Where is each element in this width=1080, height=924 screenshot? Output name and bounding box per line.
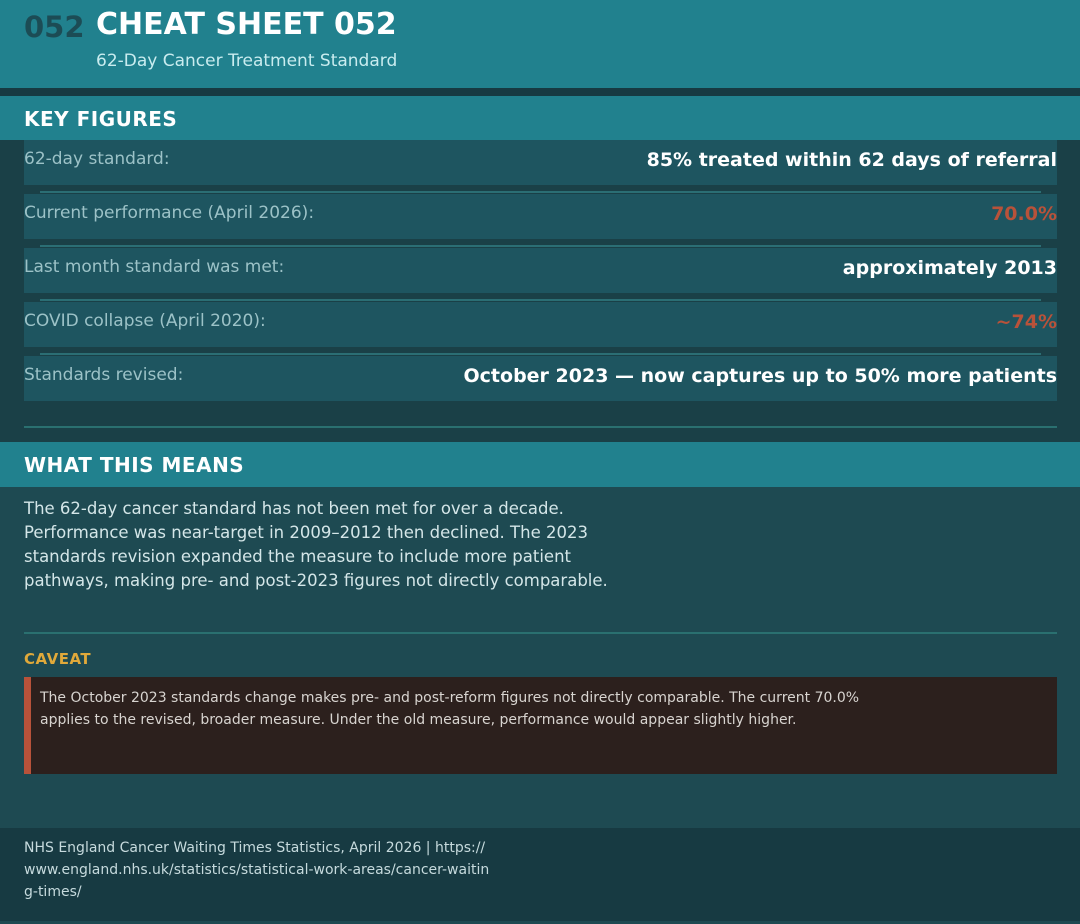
header-divider bbox=[0, 88, 1080, 96]
figure-value: approximately 2013 bbox=[842, 257, 1057, 279]
source-citation: NHS England Cancer Waiting Times Statist… bbox=[24, 840, 490, 900]
figure-row: Standards revised: October 2023 — now ca… bbox=[24, 356, 1057, 401]
page-subtitle: 62-Day Cancer Treatment Standard bbox=[96, 51, 398, 71]
section-divider bbox=[24, 426, 1057, 428]
page-header: 052 CHEAT SHEET 052 62-Day Cancer Treatm… bbox=[0, 0, 1080, 88]
caveat-accent-bar bbox=[24, 677, 31, 774]
figure-label: COVID collapse (April 2020): bbox=[24, 311, 266, 331]
caveat-text: The October 2023 standards change makes … bbox=[40, 690, 860, 728]
figure-label: Standards revised: bbox=[24, 365, 184, 385]
caveat-heading: CAVEAT bbox=[24, 650, 92, 668]
meaning-header: WHAT THIS MEANS bbox=[0, 442, 1080, 487]
figure-value: October 2023 — now captures up to 50% mo… bbox=[463, 365, 1057, 387]
row-divider bbox=[40, 299, 1041, 301]
page-title: CHEAT SHEET 052 bbox=[96, 7, 397, 42]
footer: NHS England Cancer Waiting Times Statist… bbox=[0, 828, 1080, 921]
row-divider bbox=[40, 191, 1041, 193]
figure-row: COVID collapse (April 2020): ~74% bbox=[24, 302, 1057, 347]
figure-value: 85% treated within 62 days of referral bbox=[646, 149, 1057, 171]
meaning-text: The 62-day cancer standard has not been … bbox=[24, 499, 608, 590]
figure-row: 62-day standard: 85% treated within 62 d… bbox=[24, 140, 1057, 185]
key-figures-header: KEY FIGURES bbox=[0, 96, 1080, 141]
section-divider bbox=[24, 632, 1057, 634]
figure-value: ~74% bbox=[995, 311, 1057, 333]
figure-row: Current performance (April 2026): 70.0% bbox=[24, 194, 1057, 239]
row-divider bbox=[40, 353, 1041, 355]
key-figures-title: KEY FIGURES bbox=[24, 107, 178, 131]
figure-row: Last month standard was met: approximate… bbox=[24, 248, 1057, 293]
figure-label: Last month standard was met: bbox=[24, 257, 285, 277]
meaning-title: WHAT THIS MEANS bbox=[24, 453, 245, 477]
figure-value: 70.0% bbox=[991, 203, 1057, 225]
figure-label: Current performance (April 2026): bbox=[24, 203, 315, 223]
sheet-number: 052 bbox=[24, 10, 85, 44]
figure-label: 62-day standard: bbox=[24, 149, 170, 169]
row-divider bbox=[40, 245, 1041, 247]
caveat-box: The October 2023 standards change makes … bbox=[24, 677, 1057, 774]
key-figures-section: 62-day standard: 85% treated within 62 d… bbox=[0, 140, 1080, 442]
